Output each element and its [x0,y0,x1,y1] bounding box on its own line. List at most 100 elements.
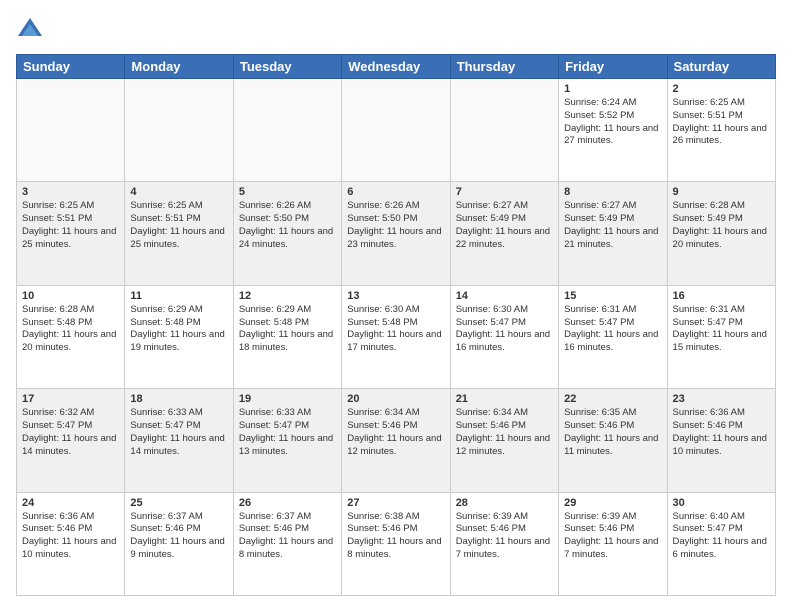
logo [16,16,48,44]
calendar-body: 1 Sunrise: 6:24 AMSunset: 5:52 PMDaylight… [17,79,776,596]
calendar-cell: 13 Sunrise: 6:30 AMSunset: 5:48 PMDayligh… [342,285,450,388]
calendar-cell: 18 Sunrise: 6:33 AMSunset: 5:47 PMDayligh… [125,389,233,492]
day-number: 7 [456,186,553,198]
cell-content: Sunrise: 6:28 AMSunset: 5:48 PMDaylight:… [22,304,119,355]
day-number: 14 [456,290,553,302]
calendar-cell: 20 Sunrise: 6:34 AMSunset: 5:46 PMDayligh… [342,389,450,492]
calendar-cell: 2 Sunrise: 6:25 AMSunset: 5:51 PMDaylight… [667,79,775,182]
day-number: 18 [130,393,227,405]
calendar-cell [17,79,125,182]
header-sunday: Sunday [17,55,125,79]
cell-content: Sunrise: 6:30 AMSunset: 5:48 PMDaylight:… [347,304,444,355]
cell-content: Sunrise: 6:36 AMSunset: 5:46 PMDaylight:… [22,511,119,562]
calendar-cell: 17 Sunrise: 6:32 AMSunset: 5:47 PMDayligh… [17,389,125,492]
calendar-table: Sunday Monday Tuesday Wednesday Thursday… [16,54,776,596]
day-number: 13 [347,290,444,302]
header-friday: Friday [559,55,667,79]
calendar-cell: 8Sunrise: 6:27 AMSunset: 5:49 PMDaylight… [559,182,667,285]
calendar-cell: 6 Sunrise: 6:26 AMSunset: 5:50 PMDaylight… [342,182,450,285]
day-number: 25 [130,497,227,509]
cell-content: Sunrise: 6:37 AMSunset: 5:46 PMDaylight:… [130,511,227,562]
cell-content: Sunrise: 6:33 AMSunset: 5:47 PMDaylight:… [130,407,227,458]
calendar-cell: 28 Sunrise: 6:39 AMSunset: 5:46 PMDayligh… [450,492,558,595]
calendar-week-row: 10 Sunrise: 6:28 AMSunset: 5:48 PMDayligh… [17,285,776,388]
calendar-week-row: 17 Sunrise: 6:32 AMSunset: 5:47 PMDayligh… [17,389,776,492]
calendar-cell [233,79,341,182]
header-tuesday: Tuesday [233,55,341,79]
day-number: 2 [673,83,770,95]
day-number: 16 [673,290,770,302]
day-number: 19 [239,393,336,405]
day-number: 10 [22,290,119,302]
cell-content: Sunrise: 6:37 AMSunset: 5:46 PMDaylight:… [239,511,336,562]
calendar-cell: 4Sunrise: 6:25 AMSunset: 5:51 PMDaylight… [125,182,233,285]
calendar-cell: 14 Sunrise: 6:30 AMSunset: 5:47 PMDayligh… [450,285,558,388]
calendar-cell: 5Sunrise: 6:26 AMSunset: 5:50 PMDaylight… [233,182,341,285]
day-number: 20 [347,393,444,405]
cell-content: Sunrise: 6:36 AMSunset: 5:46 PMDaylight:… [673,407,770,458]
day-number: 30 [673,497,770,509]
header-row: Sunday Monday Tuesday Wednesday Thursday… [17,55,776,79]
cell-content: Sunrise: 6:29 AMSunset: 5:48 PMDaylight:… [130,304,227,355]
header-wednesday: Wednesday [342,55,450,79]
calendar-header: Sunday Monday Tuesday Wednesday Thursday… [17,55,776,79]
calendar-cell: 25 Sunrise: 6:37 AMSunset: 5:46 PMDayligh… [125,492,233,595]
cell-content: Sunrise: 6:39 AMSunset: 5:46 PMDaylight:… [564,511,661,562]
calendar-cell [342,79,450,182]
day-number: 9 [673,186,770,198]
day-number: 1 [564,83,661,95]
calendar-cell: 12Sunrise: 6:29 AMSunset: 5:48 PMDayligh… [233,285,341,388]
calendar-cell: 7 Sunrise: 6:27 AMSunset: 5:49 PMDaylight… [450,182,558,285]
cell-content: Sunrise: 6:39 AMSunset: 5:46 PMDaylight:… [456,511,553,562]
calendar-cell: 9Sunrise: 6:28 AMSunset: 5:49 PMDaylight… [667,182,775,285]
calendar-cell: 15 Sunrise: 6:31 AMSunset: 5:47 PMDayligh… [559,285,667,388]
calendar-cell: 23Sunrise: 6:36 AMSunset: 5:46 PMDayligh… [667,389,775,492]
day-number: 24 [22,497,119,509]
calendar-cell: 22 Sunrise: 6:35 AMSunset: 5:46 PMDayligh… [559,389,667,492]
cell-content: Sunrise: 6:24 AMSunset: 5:52 PMDaylight:… [564,97,661,148]
cell-content: Sunrise: 6:27 AMSunset: 5:49 PMDaylight:… [456,200,553,251]
logo-icon [16,16,44,44]
cell-content: Sunrise: 6:34 AMSunset: 5:46 PMDaylight:… [347,407,444,458]
cell-content: Sunrise: 6:32 AMSunset: 5:47 PMDaylight:… [22,407,119,458]
day-number: 15 [564,290,661,302]
day-number: 22 [564,393,661,405]
calendar-cell: 27 Sunrise: 6:38 AMSunset: 5:46 PMDayligh… [342,492,450,595]
cell-content: Sunrise: 6:25 AMSunset: 5:51 PMDaylight:… [673,97,770,148]
cell-content: Sunrise: 6:26 AMSunset: 5:50 PMDaylight:… [347,200,444,251]
calendar-week-row: 3Sunrise: 6:25 AMSunset: 5:51 PMDaylight… [17,182,776,285]
cell-content: Sunrise: 6:27 AMSunset: 5:49 PMDaylight:… [564,200,661,251]
day-number: 5 [239,186,336,198]
cell-content: Sunrise: 6:31 AMSunset: 5:47 PMDaylight:… [564,304,661,355]
header [16,16,776,44]
cell-content: Sunrise: 6:40 AMSunset: 5:47 PMDaylight:… [673,511,770,562]
day-number: 6 [347,186,444,198]
day-number: 11 [130,290,227,302]
day-number: 27 [347,497,444,509]
cell-content: Sunrise: 6:34 AMSunset: 5:46 PMDaylight:… [456,407,553,458]
day-number: 12 [239,290,336,302]
header-saturday: Saturday [667,55,775,79]
calendar-cell: 11 Sunrise: 6:29 AMSunset: 5:48 PMDayligh… [125,285,233,388]
day-number: 28 [456,497,553,509]
day-number: 17 [22,393,119,405]
header-thursday: Thursday [450,55,558,79]
cell-content: Sunrise: 6:38 AMSunset: 5:46 PMDaylight:… [347,511,444,562]
day-number: 29 [564,497,661,509]
calendar-week-row: 24 Sunrise: 6:36 AMSunset: 5:46 PMDayligh… [17,492,776,595]
calendar-week-row: 1 Sunrise: 6:24 AMSunset: 5:52 PMDaylight… [17,79,776,182]
cell-content: Sunrise: 6:30 AMSunset: 5:47 PMDaylight:… [456,304,553,355]
calendar-cell: 26Sunrise: 6:37 AMSunset: 5:46 PMDayligh… [233,492,341,595]
cell-content: Sunrise: 6:31 AMSunset: 5:47 PMDaylight:… [673,304,770,355]
day-number: 21 [456,393,553,405]
calendar-cell: 24 Sunrise: 6:36 AMSunset: 5:46 PMDayligh… [17,492,125,595]
calendar-cell: 1 Sunrise: 6:24 AMSunset: 5:52 PMDaylight… [559,79,667,182]
calendar-cell: 21 Sunrise: 6:34 AMSunset: 5:46 PMDayligh… [450,389,558,492]
day-number: 3 [22,186,119,198]
calendar-cell: 29 Sunrise: 6:39 AMSunset: 5:46 PMDayligh… [559,492,667,595]
cell-content: Sunrise: 6:35 AMSunset: 5:46 PMDaylight:… [564,407,661,458]
calendar-cell: 10 Sunrise: 6:28 AMSunset: 5:48 PMDayligh… [17,285,125,388]
calendar-cell: 19Sunrise: 6:33 AMSunset: 5:47 PMDayligh… [233,389,341,492]
calendar-cell: 3Sunrise: 6:25 AMSunset: 5:51 PMDaylight… [17,182,125,285]
page: Sunday Monday Tuesday Wednesday Thursday… [0,0,792,612]
